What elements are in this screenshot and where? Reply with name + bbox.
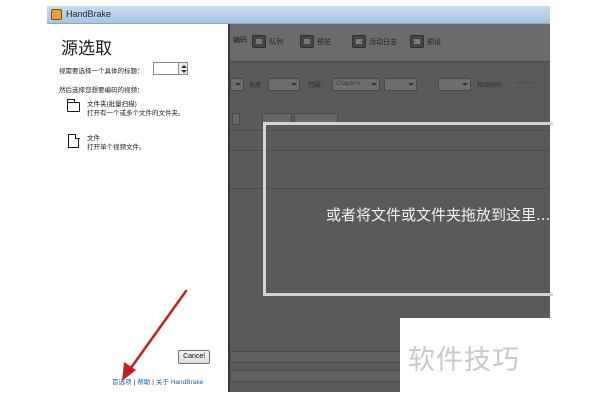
title-combo[interactable] — [230, 78, 244, 91]
link-separator: | — [152, 379, 154, 386]
duration-label: 持续时间： — [477, 83, 508, 89]
title-number-input[interactable] — [153, 62, 179, 75]
link-separator: | — [133, 379, 136, 386]
preferences-link[interactable]: 首选项 — [112, 379, 132, 386]
angle-combo[interactable] — [268, 78, 300, 91]
title-prompt-label: 视需要选择一个具体的标题： — [59, 68, 144, 75]
handbrake-app-icon — [51, 9, 62, 20]
window-title: HandBrake — [66, 9, 112, 19]
toolbar-encode-label: 编码 — [233, 37, 247, 44]
cancel-button[interactable]: Cancel — [178, 350, 210, 364]
preview-icon — [300, 35, 314, 48]
chapter-start-combo[interactable] — [384, 78, 417, 91]
file-option[interactable]: 文件 打开单个视频文件。 — [65, 132, 215, 156]
drop-zone-text: 或者将文件或文件夹拖放到这里... — [326, 206, 551, 224]
select-video-label: 然后选择您想要编码的视频： — [59, 87, 144, 94]
window-titlebar: HandBrake — [47, 6, 550, 24]
panel-title: 源选取 — [61, 39, 112, 59]
watermark-text: 软件技巧 — [408, 345, 520, 376]
range-label: 范围： — [308, 83, 327, 89]
toolbar-queue-label: 队列 — [269, 38, 283, 46]
range-dash: - — [426, 80, 428, 86]
chapter-end-combo[interactable] — [438, 78, 471, 91]
queue-icon — [252, 35, 266, 48]
range-combo[interactable]: Chapters — [332, 78, 380, 91]
destination-button[interactable] — [232, 113, 240, 125]
toolbar-presets[interactable]: 预设 — [410, 35, 441, 48]
presets-icon — [410, 35, 424, 48]
folder-icon — [67, 99, 80, 112]
toolbar-activity-log-label: 活动日志 — [369, 38, 397, 46]
toolbar-encode[interactable]: 编码 — [230, 35, 247, 45]
folder-option-desc: 打开有一个或多个文件的文件夹。 — [87, 110, 185, 117]
toolbar-activity-log[interactable]: 活动日志 — [352, 35, 397, 48]
toolbar-preview-label: 预览 — [317, 38, 331, 46]
folder-option[interactable]: 文件夹(批量扫描) 打开有一个或多个文件的文件夹。 — [65, 98, 215, 124]
about-link[interactable]: 关于 HandBrake — [156, 379, 203, 386]
toolbar: 编码 队列 预览 活动日志 预设 — [230, 24, 550, 62]
range-value: Chapters — [336, 81, 361, 87]
help-link[interactable]: 帮助 — [137, 379, 150, 386]
toolbar-presets-label: 预设 — [427, 38, 441, 46]
toolbar-preview[interactable]: 预览 — [300, 35, 331, 48]
angle-label: 角度 — [249, 83, 262, 89]
footer-links: 首选项 | 帮助 | 关于 HandBrake — [112, 376, 203, 386]
duration-value: --:--:-- — [517, 80, 533, 86]
title-spinner[interactable] — [178, 62, 188, 75]
spin-down-icon[interactable] — [181, 70, 187, 73]
source-selection-panel: 源选取 视需要选择一个具体的标题： 然后选择您想要编码的视频： 文件夹(批量扫描… — [47, 24, 228, 392]
spin-up-icon[interactable] — [181, 65, 187, 68]
drop-zone[interactable]: 或者将文件或文件夹拖放到这里... — [263, 122, 553, 296]
file-option-desc: 打开单个视频文件。 — [87, 144, 146, 151]
toolbar-queue[interactable]: 队列 — [252, 35, 283, 48]
source-options-row: 角度 范围： Chapters - 持续时间： --:--:-- — [230, 76, 550, 94]
activity-log-icon — [352, 35, 366, 48]
file-icon — [68, 133, 80, 148]
